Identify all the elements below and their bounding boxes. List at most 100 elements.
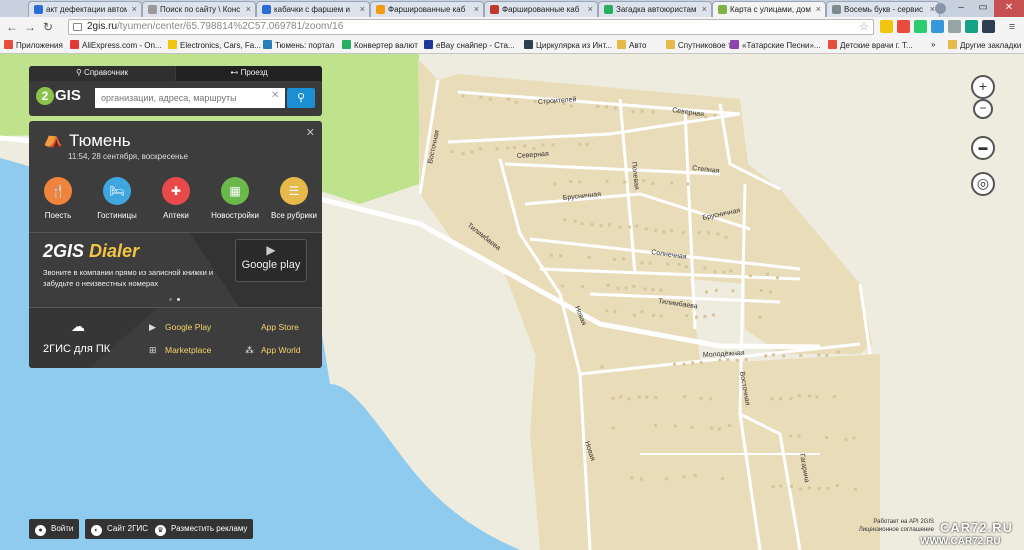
bookmark-item[interactable]: eBay снайпер - Ста... bbox=[424, 40, 515, 50]
minimize-icon[interactable]: – bbox=[950, 0, 972, 17]
extension-icon[interactable] bbox=[880, 20, 893, 33]
bookmarks-more-icon[interactable]: » bbox=[931, 40, 935, 49]
tab-route[interactable]: ⊷ Проезд bbox=[176, 66, 322, 81]
store-link[interactable]: App Store bbox=[245, 322, 299, 332]
windows-icon: ⊞ bbox=[149, 345, 157, 355]
bookmark-icon bbox=[168, 40, 177, 49]
bookmark-item[interactable]: Конвертер валют bbox=[342, 40, 418, 50]
extension-icon[interactable] bbox=[931, 20, 944, 33]
maximize-icon[interactable]: ▭ bbox=[972, 0, 994, 17]
bookmark-label: Приложения bbox=[16, 41, 63, 50]
bookmark-item[interactable]: AliExpress.com - On... bbox=[70, 40, 162, 50]
browser-tab[interactable]: Фаршированные каб × bbox=[370, 1, 484, 17]
bookmark-item[interactable]: Спутниковое тв bbox=[666, 40, 736, 50]
carousel-dot[interactable] bbox=[169, 298, 172, 301]
menu-icon[interactable]: ≡ bbox=[1004, 19, 1020, 35]
browser-tab[interactable]: Карта с улицами, дом × bbox=[712, 1, 826, 18]
tab-directory[interactable]: ⚲ Справочник bbox=[29, 66, 175, 81]
tab-close-icon[interactable]: × bbox=[702, 4, 707, 14]
tab-close-icon[interactable]: × bbox=[816, 4, 821, 14]
tab-label: Восемь букв - сервис bbox=[844, 5, 924, 14]
google-play-badge[interactable]: ▶ Google play bbox=[235, 239, 307, 282]
site-2gis-button[interactable]: ◐ Сайт 2ГИС bbox=[85, 519, 154, 539]
store-link[interactable]: ▶ Google Play bbox=[149, 322, 211, 333]
category-bed[interactable]: 🛏 Гостиницы bbox=[87, 177, 147, 220]
category-fork-knife[interactable]: 🍴 Поесть bbox=[29, 177, 88, 220]
logo-circle: 2 bbox=[36, 87, 54, 105]
dialer-title[interactable]: 2GIS Dialer bbox=[43, 241, 139, 262]
login-label: Войти bbox=[51, 524, 74, 533]
browser-tab[interactable]: кабачки с фаршем и × bbox=[256, 1, 370, 17]
browser-tab[interactable]: Загадка автоюристам × bbox=[598, 1, 712, 17]
browser-tab[interactable]: Восемь букв - сервис × bbox=[826, 1, 940, 17]
extension-icon[interactable] bbox=[965, 20, 978, 33]
bookmark-item[interactable]: Циркулярка из Инт... bbox=[524, 40, 612, 50]
bookmark-icon bbox=[948, 40, 957, 49]
forward-icon[interactable]: → bbox=[22, 19, 38, 35]
window-close-icon[interactable]: ✕ bbox=[994, 0, 1024, 17]
site-label: Сайт 2ГИС bbox=[107, 524, 148, 533]
cross-icon: ✚ bbox=[162, 177, 190, 205]
clear-search-icon[interactable]: ✕ bbox=[271, 90, 279, 101]
bookmark-item[interactable]: Другие закладки bbox=[948, 40, 1021, 50]
login-button[interactable]: ● Войти bbox=[29, 519, 80, 539]
zoom-out-button[interactable]: − bbox=[973, 99, 993, 119]
user-profile-icon[interactable] bbox=[935, 3, 946, 14]
bookmark-item[interactable]: Electronics, Cars, Fa... bbox=[168, 40, 261, 50]
dialer-brand: 2GIS bbox=[43, 241, 85, 261]
advertise-label: Разместить рекламу bbox=[171, 524, 248, 533]
store-label: Marketplace bbox=[165, 345, 212, 355]
store-label: Google Play bbox=[165, 322, 212, 332]
browser-tab[interactable]: Фаршированные каб × bbox=[484, 1, 598, 17]
search-button[interactable]: ⚲ bbox=[287, 88, 315, 108]
search-icon: ⚲ bbox=[296, 92, 306, 104]
tab-label: Загадка автоюристам bbox=[616, 5, 697, 14]
ruler-button[interactable]: ▬ bbox=[971, 136, 995, 160]
bookmark-label: Авто bbox=[629, 41, 647, 50]
google-play-icon: ▶ bbox=[149, 322, 156, 332]
bookmark-item[interactable]: «Татарские Песни»... bbox=[730, 40, 821, 50]
bookmark-item[interactable]: Тюмень: портал bbox=[263, 40, 334, 50]
building-icon: ▦ bbox=[221, 177, 249, 205]
bookmark-star-icon[interactable]: ☆ bbox=[859, 20, 869, 34]
tab-favicon bbox=[490, 5, 499, 14]
cloud-download-icon[interactable]: ☁ bbox=[67, 318, 89, 336]
tab-close-icon[interactable]: × bbox=[588, 4, 593, 14]
category-cross[interactable]: ✚ Аптеки bbox=[146, 177, 206, 220]
tab-close-icon[interactable]: × bbox=[474, 4, 479, 14]
store-link[interactable]: ⊞ Marketplace bbox=[149, 345, 211, 356]
tab-close-icon[interactable]: × bbox=[132, 4, 137, 14]
reload-icon[interactable]: ↻ bbox=[40, 19, 56, 35]
bookmark-item[interactable]: Детские врачи г. Т... bbox=[828, 40, 913, 50]
address-bar[interactable]: 2gis.ru/tyumen/center/65.798814%2C57.069… bbox=[68, 19, 874, 35]
desktop-app-link[interactable]: 2ГИС для ПК bbox=[43, 343, 110, 355]
bookmark-item[interactable]: Приложения bbox=[4, 40, 63, 50]
search-input[interactable] bbox=[95, 88, 285, 108]
tab-label: Поиск по сайту \ Конс bbox=[160, 5, 241, 14]
category-list[interactable]: ☰ Все рубрики bbox=[264, 177, 322, 220]
browser-tab[interactable]: акт дефектации автом × bbox=[28, 1, 142, 17]
tab-close-icon[interactable]: × bbox=[246, 4, 251, 14]
logo-text: GIS bbox=[55, 87, 81, 104]
extension-icon[interactable] bbox=[982, 20, 995, 33]
tab-close-icon[interactable]: × bbox=[360, 4, 365, 14]
extension-icon[interactable] bbox=[948, 20, 961, 33]
city-datetime: 11:54, 28 сентября, воскресенье bbox=[68, 152, 189, 161]
locate-button[interactable]: ◎ bbox=[971, 172, 995, 196]
bookmark-item[interactable]: Авто bbox=[617, 40, 646, 50]
zoom-in-button[interactable]: + bbox=[971, 75, 995, 99]
category-building[interactable]: ▦ Новостройки bbox=[205, 177, 265, 220]
category-label: Новостройки bbox=[211, 211, 259, 220]
advertise-button[interactable]: ♛ Разместить рекламу bbox=[149, 519, 254, 539]
browser-tab[interactable]: Поиск по сайту \ Конс × bbox=[142, 1, 256, 17]
city-name[interactable]: Тюмень bbox=[69, 131, 131, 151]
close-panel-icon[interactable]: ✕ bbox=[306, 126, 315, 139]
crown-icon: ♛ bbox=[155, 525, 166, 536]
back-icon[interactable]: ← bbox=[4, 19, 20, 35]
store-link[interactable]: ⁂ App World bbox=[245, 345, 301, 356]
city-monument-icon: ⛺ bbox=[43, 131, 63, 148]
extension-icon[interactable] bbox=[914, 20, 927, 33]
extension-icon[interactable] bbox=[897, 20, 910, 33]
2gis-logo[interactable]: 2 GIS bbox=[36, 87, 81, 105]
carousel-dot-active[interactable] bbox=[177, 298, 180, 301]
